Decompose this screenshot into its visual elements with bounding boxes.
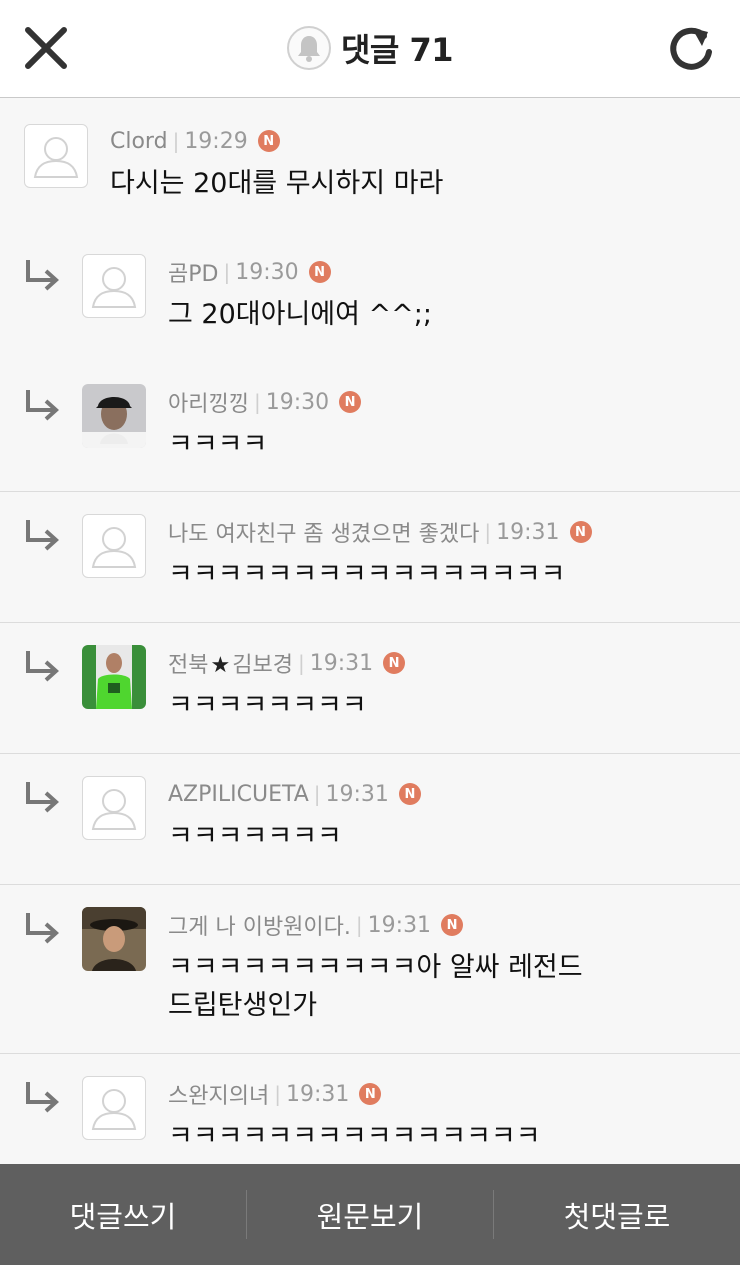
avatar[interactable] — [82, 514, 146, 578]
bell-icon — [297, 36, 320, 62]
new-badge: N — [359, 1083, 382, 1105]
comment-text: 그 20대아니에여 ^^;; — [168, 299, 433, 330]
header-title-area: 댓글 71 — [0, 22, 740, 74]
default-avatar-icon — [91, 527, 137, 568]
header-bar: 댓글 71 — [0, 0, 740, 98]
comment-item[interactable]: 스완지의녀 | 19:31 N ㅋㅋㅋㅋㅋㅋㅋㅋㅋㅋㅋㅋㅋㅋㅋ — [0, 1054, 740, 1164]
reply-arrow-icon — [26, 782, 59, 813]
reply-arrow-icon — [26, 260, 59, 291]
reply-arrow-icon — [26, 520, 59, 551]
comment-meta: 그게 나 이방원이다. | 19:31 N — [168, 909, 464, 941]
timestamp: 19:31 — [309, 650, 374, 676]
avatar[interactable] — [24, 124, 88, 188]
comment-text: ㅋㅋㅋㅋㅋㅋㅋㅋㅋㅋㅋㅋㅋㅋㅋ — [168, 1121, 541, 1152]
page-title: 댓글 71 — [340, 31, 454, 69]
meta-separator: | — [223, 260, 231, 284]
nickname[interactable]: 스완지의녀 — [168, 1078, 269, 1110]
avatar[interactable] — [82, 1076, 146, 1140]
meta-separator: | — [274, 1082, 281, 1106]
avatar-photo — [82, 384, 146, 448]
reply-arrow-icon — [26, 651, 59, 682]
comment-text: 드립탄생인가 — [168, 990, 318, 1021]
refresh-button[interactable] — [664, 20, 718, 76]
timestamp: 19:31 — [325, 781, 389, 807]
timestamp: 19:30 — [265, 389, 330, 415]
view-original-button[interactable]: 원문보기 — [247, 1164, 493, 1265]
nickname[interactable]: 그게 나 이방원이다. — [168, 909, 351, 941]
comment-item[interactable]: 전북★김보경 | 19:31 N ㅋㅋㅋㅋㅋㅋㅋㅋ — [0, 623, 740, 754]
avatar[interactable] — [82, 384, 146, 448]
comment-item[interactable]: 그게 나 이방원이다. | 19:31 N ㅋㅋㅋㅋㅋㅋㅋㅋㅋㅋ아 알싸 레전드… — [0, 885, 740, 1053]
timestamp: 19:30 — [235, 259, 299, 285]
notification-bell-button[interactable] — [286, 26, 331, 70]
nickname[interactable]: 전북★김보경 — [168, 647, 293, 679]
star-icon: ★ — [210, 653, 231, 678]
avatar[interactable] — [82, 907, 146, 971]
comment-meta: Clord | 19:29 N — [110, 127, 280, 155]
meta-separator: | — [253, 390, 261, 414]
comment-text: ㅋㅋㅋㅋㅋㅋㅋㅋㅋㅋ아 알싸 레전드 — [168, 952, 583, 983]
refresh-icon — [670, 27, 712, 70]
comment-meta: 나도 여자친구 좀 생겼으면 좋겠다 | 19:31 N — [168, 516, 592, 548]
meta-separator: | — [172, 129, 180, 153]
comment-meta: 스완지의녀 | 19:31 N — [168, 1078, 382, 1110]
first-comment-button[interactable]: 첫댓글로 — [494, 1164, 740, 1265]
avatar-photo — [82, 645, 146, 709]
meta-separator: | — [297, 651, 305, 675]
meta-separator: | — [313, 782, 321, 806]
bottom-action-bar: 댓글쓰기 원문보기 첫댓글로 — [0, 1164, 740, 1265]
new-badge: N — [257, 130, 280, 152]
new-badge: N — [383, 652, 406, 674]
comment-meta: 전북★김보경 | 19:31 N — [168, 647, 406, 679]
comment-text: ㅋㅋㅋㅋㅋㅋㅋㅋ — [168, 690, 367, 721]
timestamp: 19:29 — [184, 128, 248, 154]
comment-text: ㅋㅋㅋㅋㅋㅋㅋ — [168, 821, 342, 852]
avatar[interactable] — [82, 645, 146, 709]
timestamp: 19:31 — [496, 519, 560, 545]
new-badge: N — [569, 521, 592, 543]
nickname[interactable]: 아리낑낑 — [168, 386, 249, 418]
write-comment-button[interactable]: 댓글쓰기 — [0, 1164, 246, 1265]
new-badge: N — [441, 914, 464, 936]
comment-item[interactable]: AZPILICUETA | 19:31 N ㅋㅋㅋㅋㅋㅋㅋ — [0, 754, 740, 885]
comment-item[interactable]: 아리낑낑 | 19:30 N ㅋㅋㅋㅋ — [0, 360, 740, 491]
meta-separator: | — [355, 913, 363, 937]
default-avatar-icon — [91, 267, 137, 308]
reply-arrow-icon — [26, 390, 59, 421]
new-badge: N — [339, 391, 362, 413]
comment-text: 다시는 20대를 무시하지 마라 — [110, 168, 444, 199]
nickname[interactable]: AZPILICUETA — [168, 782, 309, 807]
default-avatar-icon — [33, 137, 79, 178]
nickname[interactable]: Clord — [110, 129, 168, 154]
avatar[interactable] — [82, 776, 146, 840]
comment-item[interactable]: 나도 여자친구 좀 생겼으면 좋겠다 | 19:31 N ㅋㅋㅋㅋㅋㅋㅋㅋㅋㅋㅋ… — [0, 492, 740, 623]
meta-separator: | — [484, 520, 492, 544]
nickname[interactable]: 나도 여자친구 좀 생겼으면 좋겠다 — [168, 516, 479, 548]
reply-arrow-icon — [26, 1082, 59, 1113]
comment-text: ㅋㅋㅋㅋ — [168, 429, 268, 460]
nickname[interactable]: 곰PD — [168, 256, 218, 288]
timestamp: 19:31 — [367, 912, 432, 938]
comment-meta: AZPILICUETA | 19:31 N — [168, 780, 421, 808]
nickname-part: 김보경 — [232, 653, 293, 678]
comment-text: ㅋㅋㅋㅋㅋㅋㅋㅋㅋㅋㅋㅋㅋㅋㅋㅋ — [168, 559, 566, 590]
nickname-part: 전북 — [168, 653, 209, 678]
comment-meta: 아리낑낑 | 19:30 N — [168, 386, 362, 418]
new-badge: N — [398, 783, 421, 805]
default-avatar-icon — [91, 1089, 137, 1130]
comment-list[interactable]: Clord | 19:29 N 다시는 20대를 무시하지 마라 곰PD | 1… — [0, 98, 740, 1164]
comment-item[interactable]: 곰PD | 19:30 N 그 20대아니에여 ^^;; — [0, 230, 740, 360]
new-badge: N — [308, 261, 331, 283]
comment-item[interactable]: Clord | 19:29 N 다시는 20대를 무시하지 마라 — [0, 98, 740, 230]
comment-meta: 곰PD | 19:30 N — [168, 256, 331, 288]
avatar-photo — [82, 907, 146, 971]
reply-arrow-icon — [26, 913, 59, 944]
timestamp: 19:31 — [285, 1081, 350, 1107]
default-avatar-icon — [91, 789, 137, 830]
avatar[interactable] — [82, 254, 146, 318]
